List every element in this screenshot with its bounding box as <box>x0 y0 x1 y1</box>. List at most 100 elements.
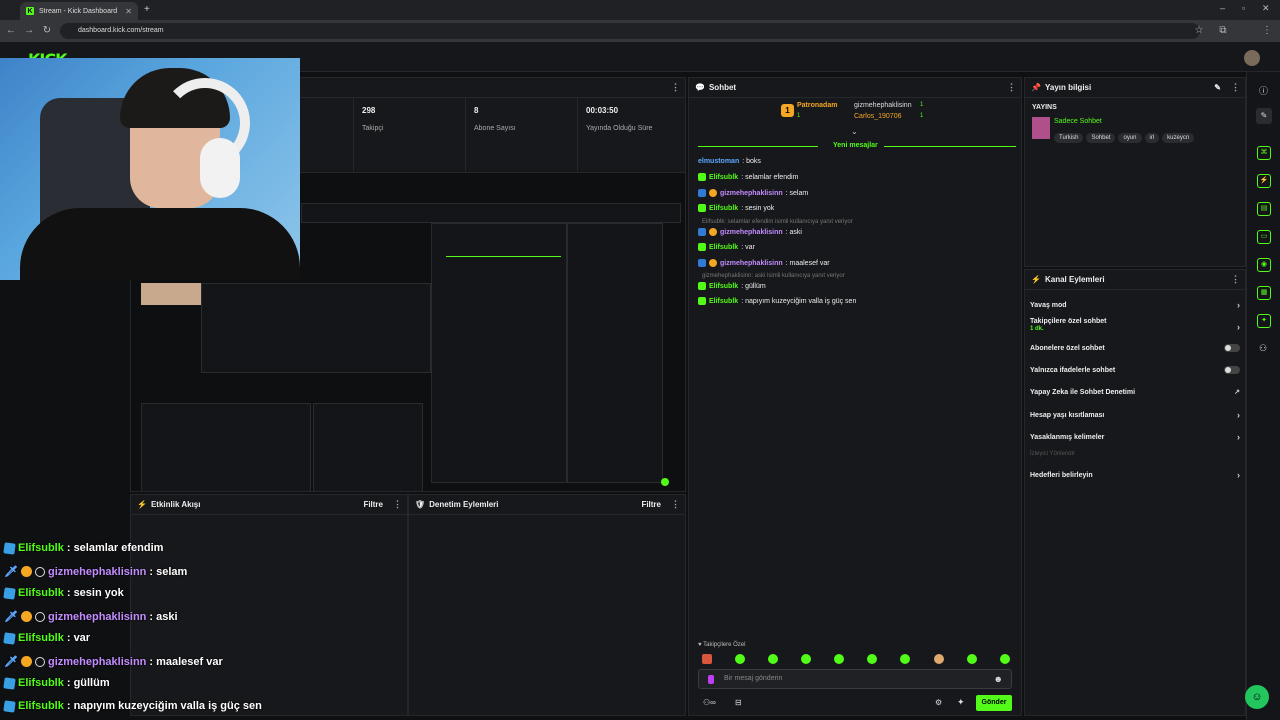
chat-username[interactable]: Elifsublk <box>709 205 738 212</box>
send-button[interactable]: Gönder <box>976 695 1012 711</box>
chevron-down-icon[interactable]: ⌄ <box>851 127 858 136</box>
edit-layout-icon[interactable]: ✎ <box>1256 108 1272 124</box>
overlay-chat-line: Elifsublk: selamlar efendim <box>3 541 163 555</box>
leaderboard-count: 1 <box>920 113 924 119</box>
emote-icon[interactable] <box>934 654 944 664</box>
camera-icon[interactable]: ⌘ <box>1257 146 1271 160</box>
chat-username[interactable]: Elifsublk <box>709 174 738 181</box>
emote-settings-icon[interactable]: ⚇∞ <box>703 698 716 707</box>
action-set-goals[interactable]: Hedefleri belirleyin › <box>1030 470 1240 480</box>
chat-username[interactable]: Elifsublk <box>709 244 738 251</box>
action-banned-words[interactable]: Yasaklanmış kelimeler › <box>1030 432 1240 442</box>
emote-icon[interactable] <box>1000 654 1010 664</box>
emoji-icon[interactable]: ☻ <box>994 674 1003 684</box>
stat-value: 298 <box>362 106 376 115</box>
rank-badge-icon <box>709 228 717 236</box>
emote-icon[interactable] <box>735 654 745 664</box>
sword-icon: 🗡 <box>4 566 18 578</box>
chat-message: gizmehephaklisinn: aski <box>698 228 802 236</box>
chat-username[interactable]: gizmehephaklisinn <box>720 190 783 197</box>
connections-icon[interactable]: ⚇ <box>1259 343 1267 354</box>
message-type-icon[interactable] <box>708 675 714 684</box>
more-options-icon[interactable]: ⋮ <box>671 82 680 93</box>
subscribers-only-toggle[interactable] <box>1224 344 1240 352</box>
chat-username[interactable]: Elifsublk <box>709 298 738 305</box>
menu-dots-icon[interactable]: ⋮ <box>1260 24 1274 38</box>
leaderboard-name[interactable]: Patronadam <box>797 102 837 109</box>
chat-message: elmustoman: boks <box>698 158 761 165</box>
forward-icon[interactable]: → <box>22 24 36 38</box>
rank-badge-icon <box>709 259 717 267</box>
help-chat-icon[interactable]: ☺ <box>1245 685 1269 709</box>
stream-title: YAYINS <box>1032 104 1057 111</box>
chat-tools-icon[interactable]: ✦ <box>957 697 965 708</box>
moderator-badge-icon <box>698 189 706 197</box>
extensions-icon[interactable]: ⧉ <box>1216 24 1230 38</box>
emote-icon[interactable] <box>801 654 811 664</box>
action-emotes-only[interactable]: Yalnızca ifadelerle sohbet <box>1030 366 1240 374</box>
more-options-icon[interactable]: ⋮ <box>1231 82 1240 93</box>
gift-icon[interactable]: ⊟ <box>735 698 742 707</box>
more-options-icon[interactable]: ⋮ <box>1007 82 1016 93</box>
overlay-chat-line: 🗡 gizmehephaklisinn: aski <box>4 610 178 624</box>
close-tab-icon[interactable]: ✕ <box>125 7 132 16</box>
chat-username[interactable]: Elifsublk <box>709 283 738 290</box>
overlay-chat-line: 🗡 gizmehephaklisinn: selam <box>4 565 188 579</box>
avatar[interactable] <box>1244 50 1260 66</box>
emotes-only-toggle[interactable] <box>1224 366 1240 374</box>
leaderboard-name[interactable]: Carlos_190706 <box>854 113 901 120</box>
maximize-icon[interactable]: ▫ <box>1242 3 1245 13</box>
new-tab-icon[interactable]: + <box>144 4 150 15</box>
chat-text: : aski <box>785 228 802 236</box>
tag-list: Turkish Sohbet oyun irl kuzeycn <box>1054 130 1197 143</box>
chat-bubble-icon[interactable]: ▭ <box>1257 230 1271 244</box>
chat-username[interactable]: gizmehephaklisinn <box>720 229 783 236</box>
chat-username[interactable]: elmustoman <box>698 158 739 165</box>
bookmark-star-icon[interactable]: ☆ <box>1192 24 1206 38</box>
tools-icon[interactable]: ✦ <box>1257 314 1271 328</box>
bolt-icon[interactable]: ⚡ <box>1257 174 1271 188</box>
chat-message: Elifsublk: napıyım kuzeyciğim valla iş g… <box>698 297 856 305</box>
more-options-icon[interactable]: ⋮ <box>1231 274 1240 285</box>
emote-icon[interactable] <box>867 654 877 664</box>
emote-icon[interactable] <box>900 654 910 664</box>
document-icon[interactable]: ▤ <box>1257 202 1271 216</box>
layout-icon[interactable]: ▦ <box>1257 286 1271 300</box>
minimize-icon[interactable]: – <box>1220 3 1225 13</box>
tag: Sohbet <box>1086 133 1116 143</box>
divider <box>698 146 818 147</box>
rank-badge-icon <box>20 611 32 622</box>
browser-tab[interactable]: K Stream - Kick Dashboard ✕ <box>20 2 138 20</box>
address-bar-row: ← → ↻ dashboard.kick.com/stream ☆ ⧉ ⋮ <box>0 20 1280 42</box>
channel-actions-panel: ⚡ Kanal Eylemleri ⋮ <box>1024 269 1246 716</box>
action-subscribers-only[interactable]: Abonelere özel sohbet <box>1030 344 1240 352</box>
filter-button[interactable]: Filtre <box>363 500 383 509</box>
emote-icon[interactable] <box>967 654 977 664</box>
url-field[interactable]: dashboard.kick.com/stream <box>60 23 1200 39</box>
emote-icon[interactable] <box>834 654 844 664</box>
filter-button[interactable]: Filtre <box>641 500 661 509</box>
chat-message: Elifsublk: sesin yok <box>698 204 774 212</box>
action-slow-mode[interactable]: Yavaş mod › <box>1030 300 1240 310</box>
more-options-icon[interactable]: ⋮ <box>671 499 680 510</box>
info-icon[interactable]: ⓘ <box>1259 84 1268 97</box>
action-followers-only[interactable]: Takipçilere özel sohbet 1 dk. › <box>1030 318 1240 332</box>
edit-icon[interactable]: ✎ <box>1214 83 1221 92</box>
action-ai-moderation[interactable]: Yapay Zeka ile Sohbet Denetimi ↗ <box>1030 388 1240 397</box>
gear-icon[interactable]: ⚙ <box>935 698 942 707</box>
emote-icon[interactable] <box>768 654 778 664</box>
chat-text: : var <box>741 243 755 251</box>
emote-icon[interactable] <box>702 654 712 664</box>
broadcast-icon[interactable]: ◉ <box>1257 258 1271 272</box>
leaderboard-name[interactable]: gizmehephaklisinn <box>854 102 912 109</box>
close-window-icon[interactable]: ✕ <box>1262 3 1270 14</box>
more-options-icon[interactable]: ⋮ <box>393 499 402 510</box>
chat-input[interactable]: Bir mesaj gönderin ☻ <box>698 669 1012 689</box>
stat-label: Abone Sayısı <box>474 125 516 132</box>
category-name[interactable]: Sadece Sohbet <box>1054 118 1102 125</box>
stat-subscribers: 8 Abone Sayısı <box>465 98 577 178</box>
action-account-age[interactable]: Hesap yaşı kısıtlaması › <box>1030 410 1240 420</box>
chat-username[interactable]: gizmehephaklisinn <box>720 260 783 267</box>
back-icon[interactable]: ← <box>4 24 18 38</box>
reload-icon[interactable]: ↻ <box>40 24 54 38</box>
